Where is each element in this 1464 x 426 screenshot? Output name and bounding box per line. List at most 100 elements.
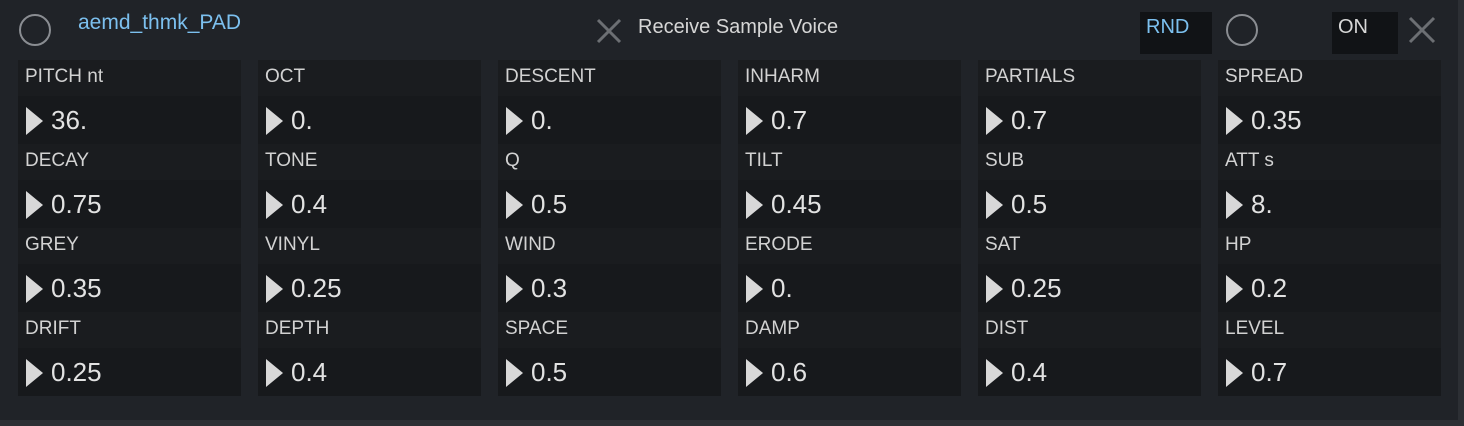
triangle-right-icon [746, 275, 763, 303]
triangle-right-icon [506, 359, 523, 387]
triangle-right-icon [746, 191, 763, 219]
param-value: 8. [1251, 189, 1273, 219]
param-number-box[interactable]: 0.5 [498, 180, 721, 228]
param-label: DEPTH [258, 312, 481, 348]
param-value: 0.4 [291, 189, 328, 219]
param-number-box[interactable]: 0. [738, 264, 961, 312]
triangle-right-icon [266, 275, 283, 303]
param-label: PARTIALS [978, 60, 1201, 96]
param-label: DAMP [738, 312, 961, 348]
param-value: 0.25 [1011, 273, 1062, 303]
param-number-box[interactable]: 0.5 [498, 348, 721, 396]
param-label: SPREAD [1218, 60, 1441, 96]
param-value: 0.25 [291, 273, 342, 303]
param-number-box[interactable]: 0.7 [1218, 348, 1441, 396]
param-number-box[interactable]: 0.45 [738, 180, 961, 228]
triangle-right-icon [1226, 191, 1243, 219]
param-value: 0. [291, 105, 313, 135]
param-label: TILT [738, 144, 961, 180]
param-value: 0.75 [51, 189, 102, 219]
param-value: 0.35 [51, 273, 102, 303]
param-number-box[interactable]: 0. [258, 96, 481, 144]
circle-toggle-icon-right[interactable] [1226, 14, 1258, 46]
triangle-right-icon [746, 359, 763, 387]
param-label: DIST [978, 312, 1201, 348]
triangle-right-icon [1226, 275, 1243, 303]
param-cell: SPREAD 0.35 [1218, 60, 1441, 144]
triangle-right-icon [986, 191, 1003, 219]
param-number-box[interactable]: 0.75 [18, 180, 241, 228]
param-cell: LEVEL 0.7 [1218, 312, 1441, 396]
param-number-box[interactable]: 0.25 [258, 264, 481, 312]
param-label: PITCH nt [18, 60, 241, 96]
param-number-box[interactable]: 8. [1218, 180, 1441, 228]
device-title: aemd_thmk_PAD [78, 11, 242, 34]
param-cell: PARTIALS 0.7 [978, 60, 1201, 144]
param-cell: TILT 0.45 [738, 144, 961, 228]
param-number-box[interactable]: 0.25 [18, 348, 241, 396]
triangle-right-icon [986, 107, 1003, 135]
param-number-box[interactable]: 0.4 [258, 180, 481, 228]
circle-toggle-icon[interactable] [19, 14, 51, 46]
param-value: 36. [51, 105, 88, 135]
param-number-box[interactable]: 0.7 [738, 96, 961, 144]
param-number-box[interactable]: 0.25 [978, 264, 1201, 312]
on-toggle-button[interactable]: ON [1332, 12, 1398, 54]
triangle-right-icon [26, 191, 43, 219]
param-cell: VINYL 0.25 [258, 228, 481, 312]
param-value: 0.7 [771, 105, 808, 135]
param-value: 0.5 [531, 357, 568, 387]
param-cell: Q 0.5 [498, 144, 721, 228]
param-value: 0.3 [531, 273, 568, 303]
param-label: SUB [978, 144, 1201, 180]
param-cell: SAT 0.25 [978, 228, 1201, 312]
param-number-box[interactable]: 0.35 [1218, 96, 1441, 144]
param-value: 0.4 [1011, 357, 1048, 387]
param-value: 0.5 [1011, 189, 1048, 219]
param-label: OCT [258, 60, 481, 96]
param-label: TONE [258, 144, 481, 180]
param-cell: GREY 0.35 [18, 228, 241, 312]
triangle-right-icon [506, 191, 523, 219]
param-label: ATT s [1218, 144, 1441, 180]
param-value: 0.2 [1251, 273, 1288, 303]
param-number-box[interactable]: 0.4 [978, 348, 1201, 396]
close-x-icon-right[interactable] [1406, 14, 1438, 46]
param-cell: SPACE 0.5 [498, 312, 721, 396]
param-number-box[interactable]: 0.35 [18, 264, 241, 312]
triangle-right-icon [26, 359, 43, 387]
triangle-right-icon [746, 107, 763, 135]
param-number-box[interactable]: 0.7 [978, 96, 1201, 144]
param-cell: ERODE 0. [738, 228, 961, 312]
triangle-right-icon [1226, 107, 1243, 135]
param-number-box[interactable]: 0. [498, 96, 721, 144]
param-label: SPACE [498, 312, 721, 348]
triangle-right-icon [26, 275, 43, 303]
triangle-right-icon [266, 359, 283, 387]
param-number-box[interactable]: 0.4 [258, 348, 481, 396]
param-cell: TONE 0.4 [258, 144, 481, 228]
param-number-box[interactable]: 0.5 [978, 180, 1201, 228]
param-number-box[interactable]: 0.6 [738, 348, 961, 396]
param-value: 0.7 [1011, 105, 1048, 135]
param-cell: DECAY 0.75 [18, 144, 241, 228]
param-label: LEVEL [1218, 312, 1441, 348]
param-number-box[interactable]: 36. [18, 96, 241, 144]
param-value: 0. [531, 105, 553, 135]
param-label: ERODE [738, 228, 961, 264]
param-label: DECAY [18, 144, 241, 180]
top-bar: aemd_thmk_PAD Receive Sample Voice RND O… [0, 0, 1458, 60]
param-cell: DEPTH 0.4 [258, 312, 481, 396]
rnd-button[interactable]: RND [1140, 12, 1212, 54]
param-label: VINYL [258, 228, 481, 264]
param-value: 0.7 [1251, 357, 1288, 387]
param-label: INHARM [738, 60, 961, 96]
param-cell: DIST 0.4 [978, 312, 1201, 396]
param-number-box[interactable]: 0.3 [498, 264, 721, 312]
triangle-right-icon [506, 107, 523, 135]
close-x-icon[interactable] [594, 16, 624, 46]
param-number-box[interactable]: 0.2 [1218, 264, 1441, 312]
triangle-right-icon [266, 107, 283, 135]
triangle-right-icon [26, 107, 43, 135]
receive-status-text: Receive Sample Voice [638, 16, 839, 38]
